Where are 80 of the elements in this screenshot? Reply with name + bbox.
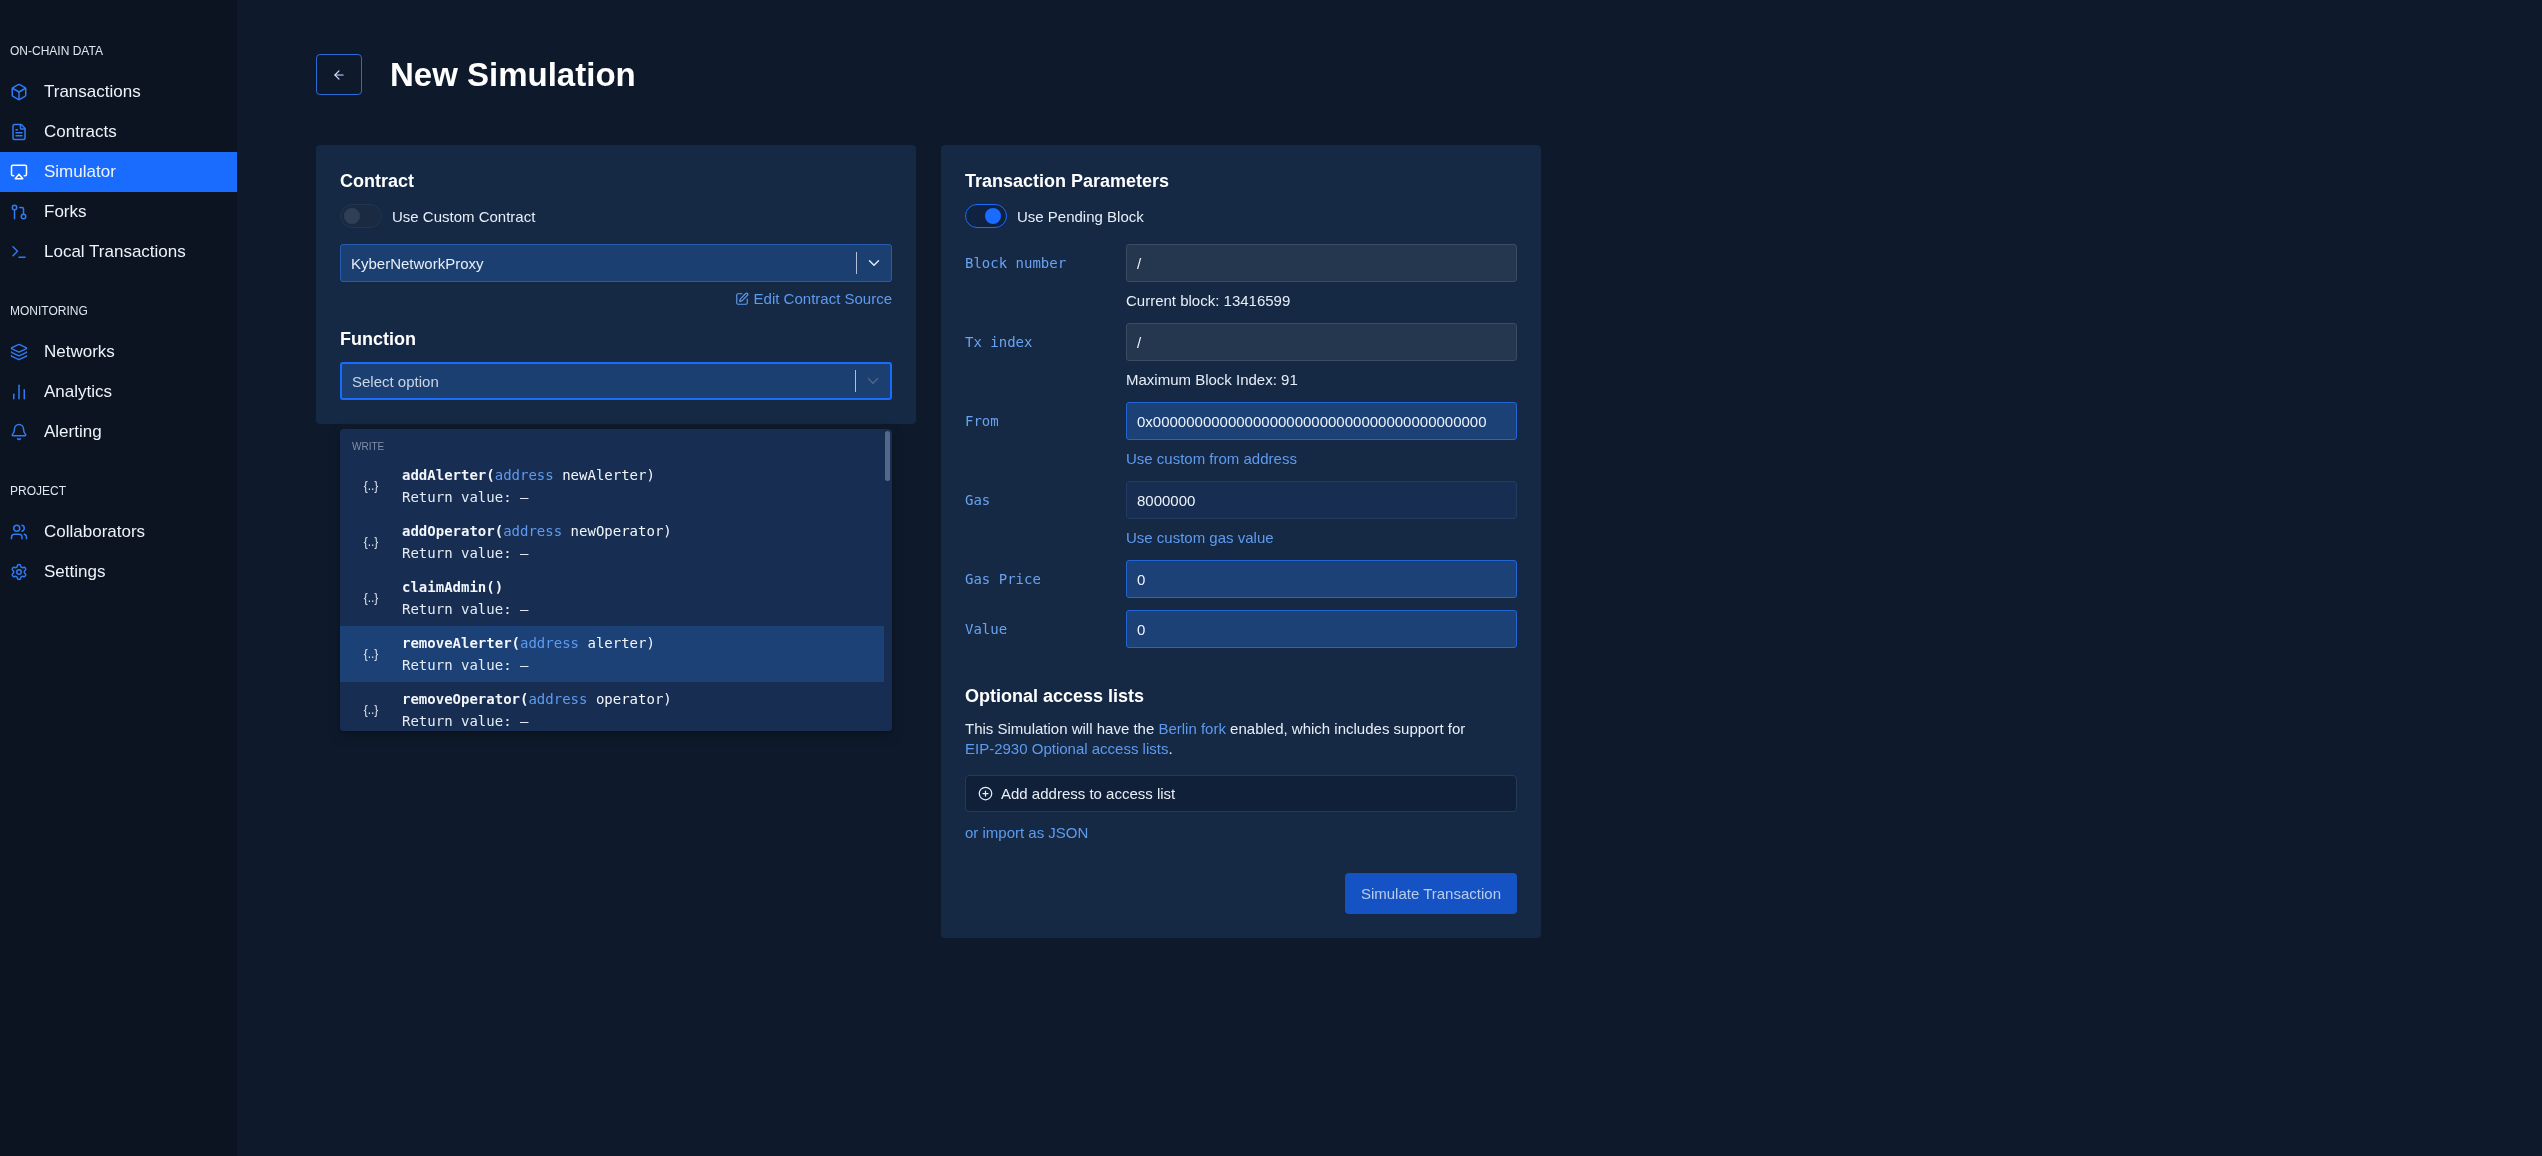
section-heading: Optional access lists bbox=[965, 686, 1146, 707]
nav-icon bbox=[10, 423, 28, 441]
import-json-link[interactable]: or import as JSON bbox=[965, 824, 1089, 841]
nav-item[interactable]: Simulator bbox=[0, 152, 237, 192]
panel-heading: Contract bbox=[340, 171, 415, 192]
nav-item[interactable]: Alerting bbox=[0, 412, 237, 452]
braces-icon: {..} bbox=[340, 479, 402, 493]
panel-heading: Function bbox=[340, 329, 417, 350]
nav-item[interactable]: Local Transactions bbox=[0, 232, 237, 272]
function-option[interactable]: {..} claimAdmin() Return value: – bbox=[340, 570, 884, 626]
braces-icon: {..} bbox=[340, 647, 402, 661]
field-label: From bbox=[965, 413, 1000, 429]
braces-icon: {..} bbox=[340, 591, 402, 605]
field-hint: Maximum Block Index: 91 bbox=[1126, 371, 1299, 388]
section-title: PROJECT bbox=[9, 484, 67, 498]
return-value: Return value: – bbox=[402, 601, 529, 617]
function-option[interactable]: {..} addOperator(address newOperator) Return value: – bbox=[340, 514, 884, 570]
access-list-description: This Simulation will have the Berlin fork enabled, which includes support for EIP-2930 Optional access lists. bbox=[965, 719, 1467, 759]
nav-icon bbox=[10, 523, 28, 541]
function-select[interactable]: Select option bbox=[340, 362, 892, 400]
option-group-label: WRITE bbox=[351, 440, 386, 454]
page-title: New Simulation bbox=[390, 55, 636, 94]
nav-item[interactable]: Analytics bbox=[0, 372, 237, 412]
nav-item[interactable]: Collaborators bbox=[0, 512, 237, 552]
nav-icon bbox=[10, 563, 28, 581]
nav-icon bbox=[10, 163, 28, 181]
back-button[interactable] bbox=[316, 54, 362, 95]
toggle-label: Use Pending Block bbox=[1017, 207, 1144, 225]
edit-icon bbox=[734, 291, 749, 306]
toggle-switch[interactable] bbox=[340, 204, 382, 228]
nav-icon bbox=[10, 83, 28, 101]
custom-value-link[interactable]: Use custom from address bbox=[1126, 450, 1517, 467]
field-label: Tx index bbox=[965, 334, 1034, 350]
plus-circle-icon bbox=[978, 786, 993, 801]
inline-link[interactable]: Berlin fork bbox=[1158, 720, 1226, 737]
return-value: Return value: – bbox=[402, 489, 530, 505]
function-signature: removeOperator(address operator) bbox=[402, 691, 672, 707]
return-value: Return value: – bbox=[402, 657, 530, 673]
nav-icon bbox=[10, 343, 28, 361]
braces-icon: {..} bbox=[340, 703, 402, 717]
toggle-label: Use Custom Contract bbox=[392, 207, 536, 225]
nav-icon bbox=[10, 243, 28, 261]
input-field[interactable]: 0 bbox=[1126, 610, 1517, 648]
function-option[interactable]: {..} removeAlerter(address alerter) Return value: – bbox=[340, 626, 884, 682]
panel-heading: Transaction Parameters bbox=[965, 171, 1171, 192]
field-label: Block number bbox=[965, 255, 1068, 271]
nav-icon bbox=[10, 203, 28, 221]
custom-value-link[interactable]: Use custom gas value bbox=[1126, 529, 1517, 546]
function-option[interactable]: {..} removeOperator(address operator) Return value: – bbox=[340, 682, 884, 731]
nav-item[interactable]: Contracts bbox=[0, 112, 237, 152]
section-title: ON-CHAIN DATA bbox=[9, 44, 104, 58]
contract-select[interactable]: KyberNetworkProxy bbox=[340, 244, 892, 282]
add-address-button[interactable]: Add address to access list bbox=[965, 775, 1517, 812]
inline-link[interactable]: EIP-2930 Optional access lists bbox=[965, 740, 1169, 757]
function-signature: removeAlerter(address alerter) bbox=[402, 635, 655, 651]
toggle-switch[interactable] bbox=[965, 204, 1007, 228]
input-field[interactable]: 8000000 bbox=[1126, 481, 1517, 519]
function-signature: addOperator(address newOperator) bbox=[402, 523, 672, 539]
simulate-button[interactable]: Simulate Transaction bbox=[1344, 873, 1517, 914]
field-hint: Current block: 13416599 bbox=[1126, 292, 1292, 309]
nav-icon bbox=[10, 383, 28, 401]
section-title: MONITORING bbox=[9, 304, 89, 318]
scrollbar-thumb[interactable] bbox=[885, 431, 890, 481]
nav-item[interactable]: Forks bbox=[0, 192, 237, 232]
return-value: Return value: – bbox=[402, 713, 530, 729]
braces-icon: {..} bbox=[340, 535, 402, 549]
function-signature: claimAdmin() bbox=[402, 579, 505, 595]
nav-item[interactable]: Networks bbox=[0, 332, 237, 372]
field-label: Gas bbox=[965, 492, 992, 508]
nav-item[interactable]: Transactions bbox=[0, 72, 237, 112]
field-label: Value bbox=[965, 621, 1009, 637]
function-signature: addAlerter(address newAlerter) bbox=[402, 467, 655, 483]
field-label: Gas Price bbox=[965, 571, 1042, 587]
input-field[interactable]: 0 bbox=[1126, 560, 1517, 598]
return-value: Return value: – bbox=[402, 545, 530, 561]
input-field[interactable]: 0x0000000000000000000000000000000000000000 bbox=[1126, 402, 1517, 440]
edit-contract-link[interactable]: Edit Contract Source bbox=[734, 290, 892, 307]
function-option[interactable]: {..} addAlerter(address newAlerter) Return value: – bbox=[340, 458, 884, 514]
nav-icon bbox=[10, 123, 28, 141]
nav-item[interactable]: Settings bbox=[0, 552, 237, 592]
